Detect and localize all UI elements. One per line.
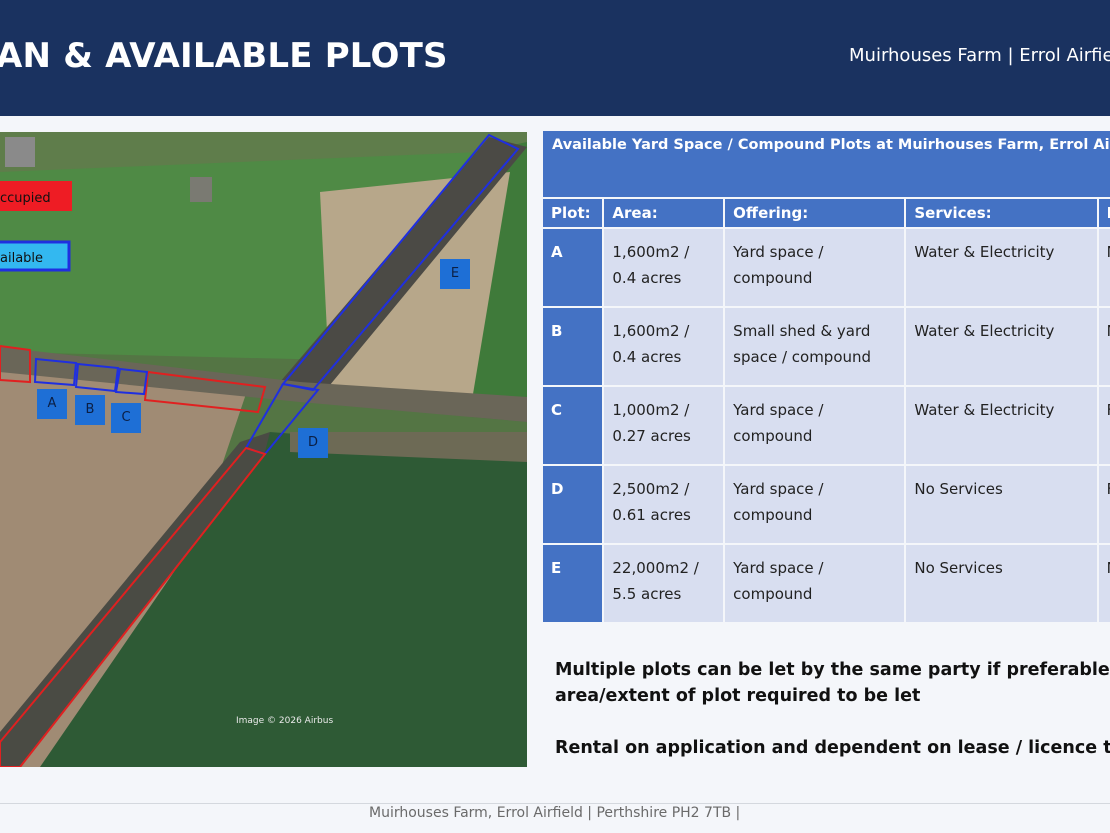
table-row: E 22,000m2 / 5.5 acres Yard space / compou… (543, 545, 1110, 622)
note-line-3: Rental on application and dependent on l… (555, 738, 1110, 758)
area-line: 2,500m2 / (612, 480, 690, 498)
page-subtitle: Muirhouses Farm | Errol Airfiel (849, 45, 1110, 66)
col-header-plot: Plot: (543, 199, 603, 227)
services-cell: Water & Electricity (906, 229, 1097, 306)
col-header-extra: R (1098, 199, 1110, 227)
page-title: AN & AVAILABLE PLOTS (0, 36, 448, 76)
table-title: Available Yard Space / Compound Plots at… (543, 131, 1110, 197)
area-line: 1,000m2 / (612, 401, 690, 419)
offering-line: Yard space / (733, 243, 824, 261)
plots-table: Plot: Area: Offering: Services: R A 1,60… (543, 197, 1110, 624)
offering-line: space / compound (733, 348, 872, 366)
footer-address: Muirhouses Farm, Errol Airfield | Perths… (369, 805, 741, 821)
offering-cell: Yard space / compound (725, 229, 905, 306)
services-cell: No Services (906, 466, 1097, 543)
offering-line: Yard space / (733, 480, 824, 498)
area-cell: 1,600m2 / 0.4 acres (604, 229, 724, 306)
offering-line: compound (733, 585, 813, 603)
plot-id-cell: D (543, 466, 603, 543)
aerial-site-map: ccupied ailable A B C D E Image © 2026 A… (0, 132, 527, 767)
table-row: D 2,500m2 / 0.61 acres Yard space / compou… (543, 466, 1110, 543)
offering-cell: Yard space / compound (725, 387, 905, 464)
legend-available-label: ailable (0, 251, 44, 266)
plot-label-c: C (111, 403, 141, 433)
plot-label-e: E (440, 259, 470, 289)
offering-line: compound (733, 506, 813, 524)
plot-label-d: D (298, 428, 328, 458)
area-line: 1,600m2 / (612, 322, 690, 340)
extra-cell: F (1098, 466, 1110, 543)
offering-line: compound (733, 427, 813, 445)
plot-id-cell: C (543, 387, 603, 464)
services-cell: Water & Electricity (906, 387, 1097, 464)
col-header-offering: Offering: (725, 199, 905, 227)
table-row: B 1,600m2 / 0.4 acres Small shed & yard sp… (543, 308, 1110, 385)
area-line: 0.4 acres (612, 348, 682, 366)
plot-id-cell: B (543, 308, 603, 385)
col-header-services: Services: (906, 199, 1097, 227)
footer-divider (0, 803, 1110, 804)
area-cell: 2,500m2 / 0.61 acres (604, 466, 724, 543)
offering-line: Yard space / (733, 401, 824, 419)
note-line-1: Multiple plots can be let by the same pa… (555, 660, 1110, 680)
extra-cell: N (1098, 545, 1110, 622)
map-graphic (0, 132, 527, 767)
area-cell: 22,000m2 / 5.5 acres (604, 545, 724, 622)
offering-cell: Yard space / compound (725, 466, 905, 543)
area-line: 0.61 acres (612, 506, 691, 524)
extra-cell: N (1098, 308, 1110, 385)
legend-occupied-label: ccupied (0, 191, 51, 206)
extra-cell: N (1098, 229, 1110, 306)
plot-label-a: A (37, 389, 67, 419)
offering-cell: Yard space / compound (725, 545, 905, 622)
area-cell: 1,000m2 / 0.27 acres (604, 387, 724, 464)
extra-cell: F (1098, 387, 1110, 464)
plot-id-cell: E (543, 545, 603, 622)
note-line-2: area/extent of plot required to be let (555, 686, 921, 706)
offering-line: compound (733, 269, 813, 287)
header-bar: AN & AVAILABLE PLOTS Muirhouses Farm | E… (0, 0, 1110, 116)
notes-block: Multiple plots can be let by the same pa… (555, 657, 1110, 761)
plot-label-b: B (75, 395, 105, 425)
map-credit: Image © 2026 Airbus (236, 716, 334, 726)
offering-line: Small shed & yard (733, 322, 871, 340)
plots-table-panel: Available Yard Space / Compound Plots at… (543, 131, 1110, 624)
services-cell: No Services (906, 545, 1097, 622)
table-row: C 1,000m2 / 0.27 acres Yard space / compou… (543, 387, 1110, 464)
area-line: 1,600m2 / (612, 243, 690, 261)
area-line: 5.5 acres (612, 585, 682, 603)
offering-line: Yard space / (733, 559, 824, 577)
table-header-row: Plot: Area: Offering: Services: R (543, 199, 1110, 227)
col-header-area: Area: (604, 199, 724, 227)
services-cell: Water & Electricity (906, 308, 1097, 385)
offering-cell: Small shed & yard space / compound (725, 308, 905, 385)
area-line: 22,000m2 / (612, 559, 699, 577)
plot-id-cell: A (543, 229, 603, 306)
table-row: A 1,600m2 / 0.4 acres Yard space / compoun… (543, 229, 1110, 306)
area-line: 0.27 acres (612, 427, 691, 445)
area-line: 0.4 acres (612, 269, 682, 287)
area-cell: 1,600m2 / 0.4 acres (604, 308, 724, 385)
